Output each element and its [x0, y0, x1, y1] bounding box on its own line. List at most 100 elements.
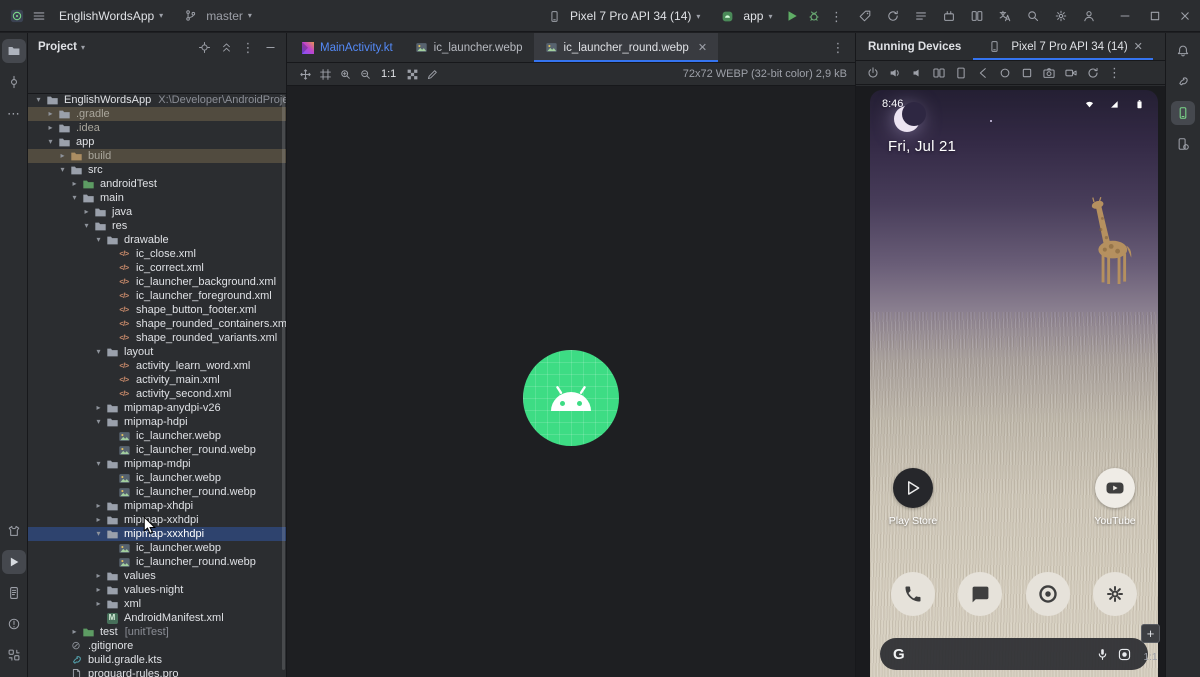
tree-item-ic-launcher-webp[interactable]: ic_launcher.webp	[28, 429, 286, 443]
resource-manager-tool-button[interactable]	[2, 519, 26, 543]
editor-tab-ic-launcher-round-webp[interactable]: ic_launcher_round.webp ✕	[533, 33, 719, 62]
diff-icon[interactable]	[966, 5, 988, 27]
tree-item-ic-launcher-foreground-xml[interactable]: </> ic_launcher_foreground.xml	[28, 289, 286, 303]
lens-icon[interactable]	[1113, 643, 1135, 665]
tree-item-activity-main-xml[interactable]: </> activity_main.xml	[28, 373, 286, 387]
plugins-icon[interactable]	[938, 5, 960, 27]
zoom-in-icon[interactable]	[335, 64, 355, 84]
volume-down-icon[interactable]	[906, 63, 927, 83]
google-search-bar[interactable]: G	[880, 638, 1148, 670]
tree-item-activity-second-xml[interactable]: </> activity_second.xml	[28, 387, 286, 401]
run-tool-tool-button[interactable]	[1, 550, 26, 574]
record-icon[interactable]	[1060, 63, 1081, 83]
tree-item-activity-learn-word-xml[interactable]: </> activity_learn_word.xml	[28, 359, 286, 373]
run-icon[interactable]	[781, 5, 803, 27]
tree-item-shape-button-footer-xml[interactable]: </> shape_button_footer.xml	[28, 303, 286, 317]
zoom-in-button[interactable]: +	[1141, 624, 1160, 643]
chevron-right-icon[interactable]: ▸	[45, 107, 56, 121]
device-selector[interactable]: Pixel 7 Pro API 34 (14) ▾	[536, 4, 707, 28]
tree-item-main[interactable]: ▾ main	[28, 191, 286, 205]
app-shortcut-youtube[interactable]: YouTube	[1083, 468, 1147, 527]
chevron-right-icon[interactable]: ▸	[93, 569, 104, 583]
camera-icon[interactable]	[1038, 63, 1059, 83]
more-options-icon[interactable]: ⋮	[238, 37, 258, 57]
dock-settings-dock-icon[interactable]	[1093, 572, 1137, 616]
tag-icon[interactable]	[854, 5, 876, 27]
list-icon[interactable]	[910, 5, 932, 27]
project-tool-button[interactable]	[1, 39, 26, 63]
project-panel-title[interactable]: Project ▾	[38, 41, 85, 53]
tree-item-androidtest[interactable]: ▸ androidTest	[28, 177, 286, 191]
app-shortcut-play-store[interactable]: Play Store	[881, 468, 945, 527]
search-icon[interactable]	[1022, 5, 1044, 27]
tree-item-ic-correct-xml[interactable]: </> ic_correct.xml	[28, 261, 286, 275]
project-tree-scrollbar[interactable]	[282, 95, 285, 670]
tree-item-ic-launcher-round-webp[interactable]: ic_launcher_round.webp	[28, 485, 286, 499]
maximize-icon[interactable]	[1140, 0, 1170, 32]
tree-item-ic-close-xml[interactable]: </> ic_close.xml	[28, 247, 286, 261]
chevron-right-icon[interactable]: ▸	[81, 205, 92, 219]
chevron-right-icon[interactable]: ▸	[93, 583, 104, 597]
volume-up-icon[interactable]	[884, 63, 905, 83]
gradle-tool-button[interactable]	[1171, 70, 1195, 94]
checkerboard-icon[interactable]	[402, 64, 422, 84]
tree-item-ic-launcher-webp[interactable]: ic_launcher.webp	[28, 471, 286, 485]
tree-item-englishwordsapp[interactable]: ▾ EnglishWordsApp X:\Developer\AndroidProj…	[28, 93, 286, 107]
user-icon[interactable]	[1078, 5, 1100, 27]
overview-icon[interactable]	[1016, 63, 1037, 83]
home-icon[interactable]	[994, 63, 1015, 83]
menu-icon[interactable]	[28, 5, 50, 27]
chevron-down-icon[interactable]: ▾	[93, 345, 104, 359]
tree-item-shape-rounded-variants-xml[interactable]: </> shape_rounded_variants.xml	[28, 331, 286, 345]
tree-item-ic-launcher-webp[interactable]: ic_launcher.webp	[28, 541, 286, 555]
tree-item-app[interactable]: ▾ app	[28, 135, 286, 149]
close-icon[interactable]: ✕	[1134, 40, 1143, 53]
sync-icon[interactable]	[882, 5, 904, 27]
close-icon[interactable]: ✕	[698, 41, 707, 54]
settings-icon[interactable]	[1050, 5, 1072, 27]
tree-item-gitignore[interactable]: ⊘ .gitignore	[28, 639, 286, 653]
tree-item-values[interactable]: ▸ values	[28, 569, 286, 583]
more-actions-icon[interactable]: ⋮	[825, 5, 847, 27]
portrait-icon[interactable]	[950, 63, 971, 83]
dock-phone-dock-icon[interactable]	[891, 572, 935, 616]
chevron-down-icon[interactable]: ▾	[33, 93, 44, 107]
back-icon[interactable]	[972, 63, 993, 83]
tree-item-java[interactable]: ▸ java	[28, 205, 286, 219]
dock-chrome-dock-icon[interactable]	[1026, 572, 1070, 616]
project-selector[interactable]: EnglishWordsApp ▾	[52, 4, 170, 28]
tree-item-shape-rounded-containers-xml[interactable]: </> shape_rounded_containers.xml	[28, 317, 286, 331]
frame-icon[interactable]	[315, 64, 335, 84]
editor-tab-ic-launcher-webp[interactable]: ic_launcher.webp	[404, 33, 534, 62]
dock-messages-dock-icon[interactable]	[958, 572, 1002, 616]
run-config-selector[interactable]: app ▾	[709, 4, 779, 28]
more-tools-tool-button[interactable]: ⋯	[2, 101, 26, 125]
tree-item-mipmap-xxhdpi[interactable]: ▸ mipmap-xxhdpi	[28, 513, 286, 527]
branch-selector[interactable]: master ▾	[172, 4, 259, 28]
hide-panel-icon[interactable]	[260, 37, 280, 57]
running-devices-tool-button[interactable]	[1171, 101, 1195, 125]
chevron-down-icon[interactable]: ▾	[69, 191, 80, 205]
tree-item-mipmap-xhdpi[interactable]: ▸ mipmap-xhdpi	[28, 499, 286, 513]
chevron-right-icon[interactable]: ▸	[69, 177, 80, 191]
minimize-icon[interactable]	[1110, 0, 1140, 32]
tree-item-gradle[interactable]: ▸ .gradle	[28, 107, 286, 121]
chevron-right-icon[interactable]: ▸	[69, 625, 80, 639]
more-options-icon[interactable]: ⋮	[1104, 63, 1125, 83]
tree-item-mipmap-hdpi[interactable]: ▾ mipmap-hdpi	[28, 415, 286, 429]
tree-item-build-gradle-kts[interactable]: build.gradle.kts	[28, 653, 286, 667]
tree-item-build[interactable]: ▸ build	[28, 149, 286, 163]
translate-icon[interactable]	[994, 5, 1016, 27]
edit-icon[interactable]	[422, 64, 442, 84]
commit-tool-button[interactable]	[2, 70, 26, 94]
zoom-out-icon[interactable]	[355, 64, 375, 84]
rotate-icon[interactable]	[1082, 63, 1103, 83]
device-screen[interactable]: 8:46 Fri, Jul 21 Play Store YouTube G	[870, 90, 1158, 677]
pan-icon[interactable]	[295, 64, 315, 84]
chevron-right-icon[interactable]: ▸	[93, 513, 104, 527]
mic-icon[interactable]	[1091, 643, 1113, 665]
locate-icon[interactable]	[194, 37, 214, 57]
device-manager-tool-button[interactable]	[1171, 132, 1195, 156]
chevron-down-icon[interactable]: ▾	[45, 135, 56, 149]
chevron-right-icon[interactable]: ▸	[93, 597, 104, 611]
